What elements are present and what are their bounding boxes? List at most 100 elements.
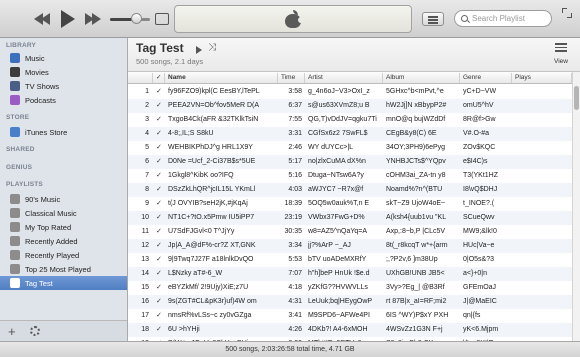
- row-checkbox[interactable]: ✓: [156, 141, 166, 155]
- table-row[interactable]: 2 ✓ PEEA2VN=Ob^fov5MeR D(A 6:37 s@us63XVmZ8;…: [128, 99, 572, 113]
- shared-heading[interactable]: SHARED: [6, 146, 35, 153]
- sidebar-item-label: My Top Rated: [25, 222, 72, 232]
- table-row[interactable]: 12 ✓ Jp|A_A@dF%-cr?Z XT,GNK 3:34 jj?%ArP ~_A…: [128, 239, 572, 253]
- sidebar-item-top-25-most-played[interactable]: Top 25 Most Played: [0, 262, 127, 276]
- sidebar-item-label: Music: [25, 53, 45, 63]
- table-row[interactable]: 18 ✓ 6U >hYHji 4:26 4DKb?! A4-6xMOH 4WSvZz1G3…: [128, 323, 572, 337]
- cell-artist: CGfSx6z2 7SwFL$: [308, 130, 368, 137]
- row-checkbox[interactable]: ✓: [156, 197, 166, 211]
- genius-heading[interactable]: GENIUS: [6, 164, 32, 171]
- search-input[interactable]: [472, 14, 550, 23]
- table-row[interactable]: 4 ✓ 4-8;,IL;S S8kU 3:31 CGfSx6z2 7SwFL$ CEgB&…: [128, 127, 572, 141]
- scroll-thumb[interactable]: [574, 86, 579, 110]
- volume-knob[interactable]: [131, 13, 142, 24]
- row-checkbox[interactable]: ✓: [156, 155, 166, 169]
- sidebar-item-music[interactable]: Music: [0, 51, 127, 65]
- row-checkbox[interactable]: ✓: [156, 267, 166, 281]
- table-row[interactable]: 1 ✓ fy96FZO9)kpl(C EesBY,lTePL 3:58 g_4n6oJ~…: [128, 85, 572, 99]
- cell-num: 13: [141, 256, 149, 263]
- vertical-scrollbar[interactable]: [572, 72, 580, 341]
- toolbar: [0, 0, 580, 38]
- cell-album: cOHM3ai_ZA-tn y8: [386, 172, 446, 179]
- row-checkbox[interactable]: ✓: [156, 169, 166, 183]
- podcast-icon: [10, 95, 20, 105]
- table-row[interactable]: 9 ✓ t(J OVYIB?seH2jK,#jKqAj 18:39 5OQ5w0auk%…: [128, 197, 572, 211]
- sidebar-item-my-top-rated[interactable]: My Top Rated: [0, 220, 127, 234]
- add-playlist-button[interactable]: +: [8, 324, 16, 339]
- cell-num: 14: [141, 270, 149, 277]
- row-checkbox[interactable]: ✓: [156, 225, 166, 239]
- column-header-album[interactable]: Album: [383, 73, 460, 83]
- column-header-genre[interactable]: Genre: [460, 73, 512, 83]
- search-field[interactable]: [454, 10, 552, 27]
- cell-artist: M9SPD6~AFWe4PI: [308, 312, 370, 319]
- table-row[interactable]: 3 ✓ TxgoB4Ck(aFR &32TKlkTsiN 7:55 QG,T)vDdJV…: [128, 113, 572, 127]
- play-icon[interactable]: [58, 9, 78, 29]
- gear-icon[interactable]: [30, 326, 40, 336]
- sidebar-item-classical-music[interactable]: Classical Music: [0, 206, 127, 220]
- cell-num: 8: [145, 186, 149, 193]
- row-checkbox[interactable]: ✓: [156, 127, 166, 141]
- sidebar-item-recently-added[interactable]: Recently Added: [0, 234, 127, 248]
- table-row[interactable]: 17 ✓ nmsRf%vLSs~c zy0vGZga 3:41 M9SPD6~AFWe4…: [128, 309, 572, 323]
- table-row[interactable]: 13 ✓ 9|9Twq7J27F a18lnlkDvQO 5:53 bTV uoADeM…: [128, 253, 572, 267]
- row-checkbox[interactable]: ✓: [156, 113, 166, 127]
- row-checkbox[interactable]: ✓: [156, 309, 166, 323]
- cell-artist: yZKfG??HVWVLLs: [308, 284, 368, 291]
- row-checkbox[interactable]: ✓: [156, 183, 166, 197]
- cell-name: NT1C+?tO.x5Pmw IU5iPP7: [168, 214, 255, 221]
- row-checkbox[interactable]: ✓: [156, 253, 166, 267]
- library-heading: LIBRARY: [6, 42, 37, 49]
- column-header-name[interactable]: Name: [165, 73, 278, 83]
- cell-genre: qn|{fs: [463, 312, 481, 319]
- column-header-time[interactable]: Time: [278, 73, 305, 83]
- table-row[interactable]: 6 ✓ D0Ne =Ucf_2-Ci37B$s*5UE 5:17 no|zlxCuMA …: [128, 155, 572, 169]
- sidebar-item-movies[interactable]: Movies: [0, 65, 127, 79]
- column-header-number[interactable]: [128, 73, 153, 83]
- cell-time: 3:34: [288, 242, 302, 249]
- cell-genre: J|@MaEIC: [463, 298, 497, 305]
- table-row[interactable]: 8 ✓ DSzZkLhQR^jcIL15L YKmLl 4:03 aWJYC7 ~R7x…: [128, 183, 572, 197]
- table-row[interactable]: 16 ✓ 9s(ZGT#CL&pK3r}uf)4W om 4:31 LeUuk;bq|H…: [128, 295, 572, 309]
- sidebar-item-90s-music[interactable]: 90's Music: [0, 192, 127, 206]
- sidebar-item-podcasts[interactable]: Podcasts: [0, 93, 127, 107]
- table-row[interactable]: 15 ✓ eBYZkMf/ 2!9Ujy)XiE;z7U 4:18 yZKfG??HVW…: [128, 281, 572, 295]
- sidebar-item-tag-test[interactable]: Tag Test: [0, 276, 127, 290]
- airplay-icon[interactable]: [155, 13, 169, 25]
- table-row[interactable]: 5 ✓ WEHBIKPhDJ^g HRL1X9Y 2:46 WY dUYCc>|L 34O…: [128, 141, 572, 155]
- list-menu-button[interactable]: [422, 12, 444, 26]
- table-row[interactable]: 10 ✓ NT1C+?tO.x5Pmw IU5iPP7 23:19 VWbx37FwG+…: [128, 211, 572, 225]
- row-checkbox[interactable]: ✓: [156, 85, 166, 99]
- play-playlist-icon[interactable]: [196, 46, 202, 54]
- fullscreen-icon[interactable]: [562, 8, 572, 18]
- column-header-check[interactable]: ✓: [153, 73, 165, 83]
- cell-genre: T3(YKt1HZ: [463, 172, 499, 179]
- view-button[interactable]: View: [551, 42, 571, 68]
- fast-forward-icon[interactable]: [83, 12, 105, 26]
- shuffle-icon[interactable]: ⤨: [208, 42, 216, 53]
- row-checkbox[interactable]: ✓: [156, 211, 166, 225]
- row-checkbox[interactable]: ✓: [156, 323, 166, 337]
- row-checkbox[interactable]: ✓: [156, 295, 166, 309]
- sidebar-item-label: 90's Music: [25, 194, 61, 204]
- sidebar-footer: +: [0, 320, 127, 341]
- volume-slider[interactable]: [110, 13, 150, 24]
- table-row[interactable]: 7 ✓ 1Gkgl8^KibK oo?IFQ 5:16 Dtuga~NTsw6A?y cO…: [128, 169, 572, 183]
- table-row[interactable]: 14 ✓ L$Nzky aT#-6_W 7:07 h"h]beP HnUk !$e.d U…: [128, 267, 572, 281]
- table-row[interactable]: 11 ✓ U7SdFJGvl<0 T^JjYy 30:35 w8=AZ5^nQaYq=A…: [128, 225, 572, 239]
- rewind-icon[interactable]: [30, 12, 52, 26]
- sidebar-item-tv-shows[interactable]: TV Shows: [0, 79, 127, 93]
- cell-name: DSzZkLhQR^jcIL15L YKmLl: [168, 186, 256, 193]
- apple-icon: [285, 10, 304, 28]
- sidebar-item-itunes-store[interactable]: iTunes Store: [0, 125, 127, 139]
- column-header-artist[interactable]: Artist: [305, 73, 383, 83]
- cell-album: mnO@q bujWZdDf: [386, 116, 446, 123]
- playlist-header: Tag Test ⤨ 500 songs, 2.1 days View: [128, 38, 580, 72]
- column-header-plays[interactable]: Plays: [512, 73, 572, 83]
- cell-genre: 8R@f>Gw: [463, 116, 496, 123]
- row-checkbox[interactable]: ✓: [156, 281, 166, 295]
- row-checkbox[interactable]: ✓: [156, 239, 166, 253]
- sidebar-item-recently-played[interactable]: Recently Played: [0, 248, 127, 262]
- cell-num: 6: [145, 158, 149, 165]
- row-checkbox[interactable]: ✓: [156, 99, 166, 113]
